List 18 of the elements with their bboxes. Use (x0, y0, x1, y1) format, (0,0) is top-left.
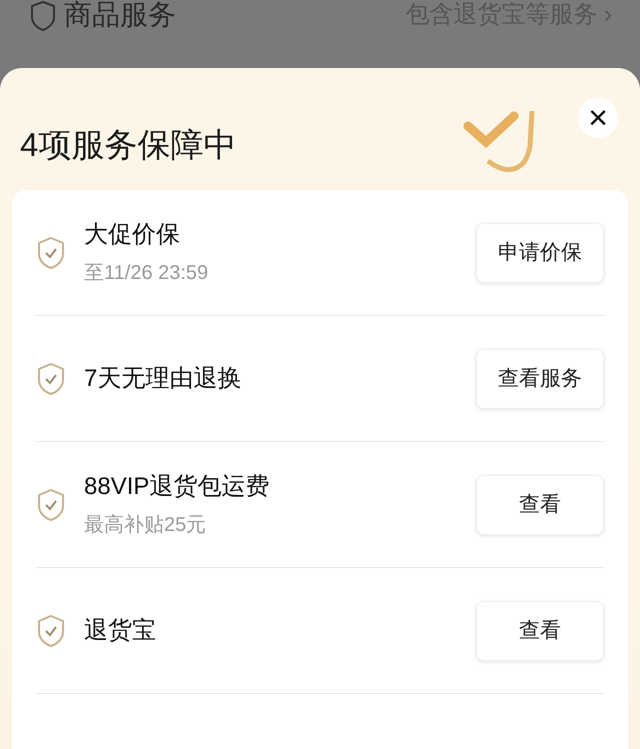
shield-check-icon (36, 362, 66, 396)
service-name: 88VIP退货包运费 (84, 472, 270, 502)
shield-check-icon (36, 488, 66, 522)
action-button[interactable]: 查看 (476, 600, 604, 660)
action-button[interactable]: 申请价保 (476, 222, 604, 282)
shield-check-icon (36, 236, 66, 270)
service-note: 至11/26 23:59 (84, 260, 210, 286)
service-note: 最高补贴25元 (84, 512, 208, 538)
shield-icon (30, 1, 56, 31)
service-name: 7天无理由退换 (84, 364, 242, 394)
service-name: 大促价保 (84, 220, 181, 250)
action-button[interactable]: 查看服务 (476, 348, 604, 408)
shield-check-icon (36, 614, 66, 648)
sheet-title: 4项服务保障中 (20, 125, 238, 165)
close-button[interactable]: × (578, 98, 618, 138)
service-name: 退货宝 (84, 616, 157, 646)
action-button[interactable]: 查看 (476, 474, 604, 534)
section-title: 商品服务 (64, 0, 176, 30)
